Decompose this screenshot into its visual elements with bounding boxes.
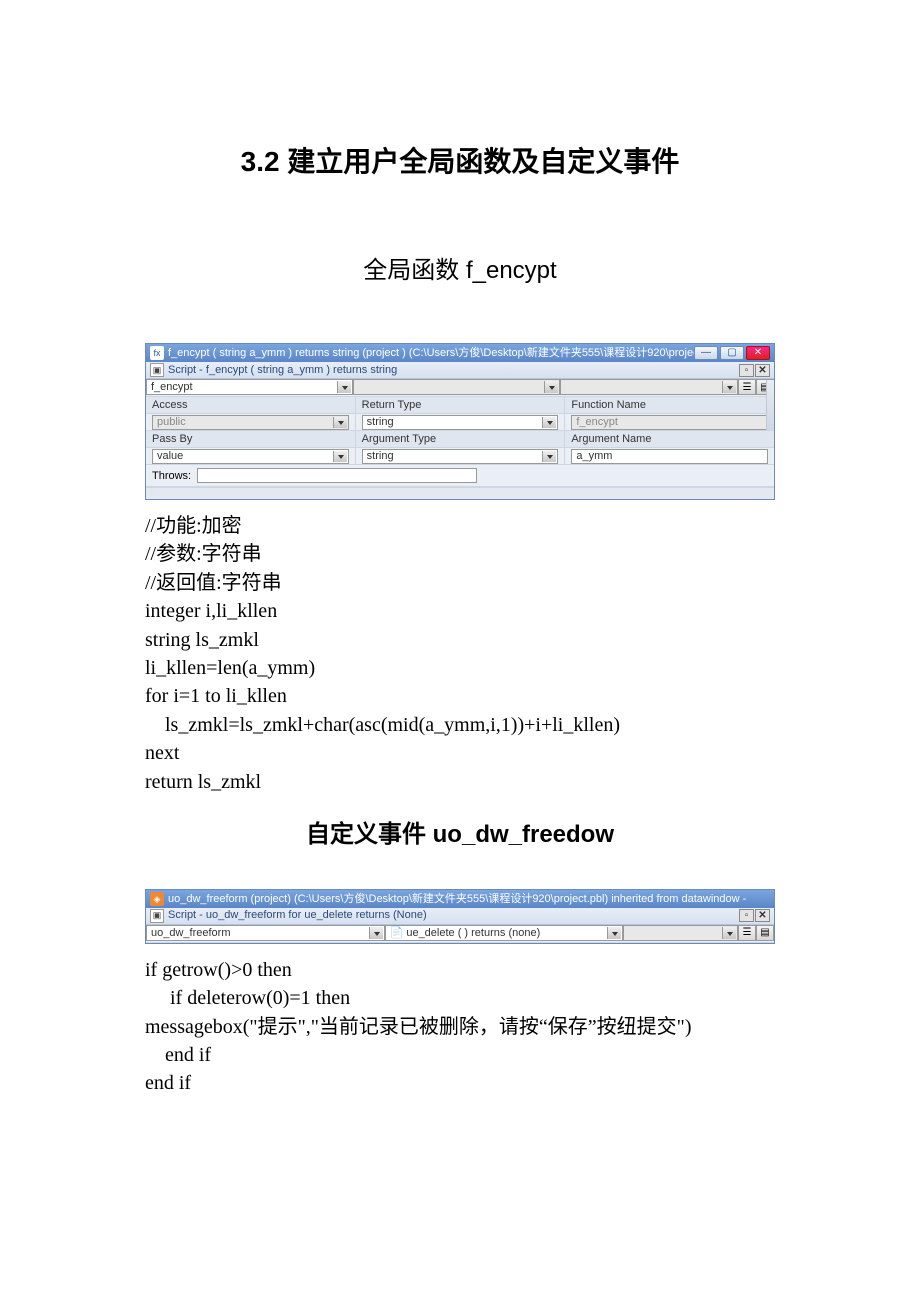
- throws-input[interactable]: [197, 468, 477, 483]
- ancestor-dropdown-2[interactable]: [623, 925, 738, 941]
- tool-button-3[interactable]: ☰: [738, 925, 756, 941]
- event-dropdown-value: ue_delete ( ) returns (none): [406, 926, 540, 940]
- function-name-input[interactable]: f_encypt: [571, 415, 768, 430]
- value-row-2: value string a_ymm: [146, 448, 774, 465]
- event-dropdown[interactable]: [353, 379, 560, 395]
- throws-row: Throws:: [146, 465, 774, 487]
- script-subbar: ▣ Script - f_encypt ( string a_ymm ) ret…: [146, 362, 774, 379]
- sub-restore-button[interactable]: ▫: [739, 364, 754, 377]
- page-icon: 📄: [390, 926, 404, 940]
- window-titlebar: fx f_encypt ( string a_ymm ) returns str…: [146, 344, 774, 362]
- code-block-1: //功能:加密 //参数:字符串 //返回值:字符串 integer i,li_…: [145, 512, 775, 796]
- sub-close-button[interactable]: ✕: [755, 364, 770, 377]
- script-editor-window-2: ◈ uo_dw_freeform (project) (C:\Users\方俊\…: [145, 889, 775, 944]
- script-icon: ▣: [150, 363, 164, 377]
- label-access: Access: [146, 397, 356, 413]
- label-function-name: Function Name: [565, 397, 774, 413]
- label-throws: Throws:: [152, 470, 191, 482]
- value-row-1: public string f_encypt: [146, 414, 774, 431]
- window-title-2: uo_dw_freeform (project) (C:\Users\方俊\De…: [168, 890, 746, 908]
- tool-button-4[interactable]: ▤: [756, 925, 774, 941]
- access-dropdown[interactable]: public: [152, 415, 349, 430]
- function-icon: fx: [150, 346, 164, 360]
- script-editor-window-1: fx f_encypt ( string a_ymm ) returns str…: [145, 343, 775, 500]
- code-block-2: if getrow()>0 then if deleterow(0)=1 the…: [145, 956, 775, 1098]
- header-row-2: Pass By Argument Type Argument Name: [146, 431, 774, 448]
- sub-restore-button-2[interactable]: ▫: [739, 909, 754, 922]
- label-argument-name: Argument Name: [565, 431, 774, 447]
- maximize-button[interactable]: ▢: [720, 346, 744, 360]
- argument-type-dropdown[interactable]: string: [362, 449, 559, 464]
- window-title: f_encypt ( string a_ymm ) returns string…: [168, 344, 694, 362]
- section1-heading: 全局函数 f_encypt: [145, 250, 775, 285]
- argument-name-input[interactable]: a_ymm: [571, 449, 768, 464]
- header-row-1: Access Return Type Function Name: [146, 397, 774, 414]
- object-dropdown-value: uo_dw_freeform: [151, 926, 231, 940]
- label-argument-type: Argument Type: [356, 431, 566, 447]
- pass-by-dropdown[interactable]: value: [152, 449, 349, 464]
- script-subbar-text-2: Script - uo_dw_freeform for ue_delete re…: [168, 907, 427, 924]
- userobject-icon: ◈: [150, 892, 164, 906]
- minimize-button[interactable]: —: [694, 346, 718, 360]
- ancestor-dropdown[interactable]: [560, 379, 738, 395]
- object-dropdown[interactable]: uo_dw_freeform: [146, 925, 385, 941]
- script-subbar-2: ▣ Script - uo_dw_freeform for ue_delete …: [146, 908, 774, 925]
- section2-heading: 自定义事件 uo_dw_freedow: [145, 814, 775, 849]
- window-titlebar-2: ◈ uo_dw_freeform (project) (C:\Users\方俊\…: [146, 890, 774, 908]
- script-subbar-text: Script - f_encypt ( string a_ymm ) retur…: [168, 362, 397, 379]
- sub-close-button-2[interactable]: ✕: [755, 909, 770, 922]
- script-selector-row-2: uo_dw_freeform 📄 ue_delete ( ) returns (…: [146, 925, 774, 943]
- main-heading: 3.2 建立用户全局函数及自定义事件: [145, 140, 775, 180]
- tool-button-1[interactable]: ☰: [738, 379, 756, 395]
- function-dropdown[interactable]: f_encypt: [146, 379, 353, 395]
- close-button[interactable]: ✕: [746, 346, 770, 360]
- event-dropdown-2[interactable]: 📄 ue_delete ( ) returns (none): [385, 925, 624, 941]
- function-dropdown-value: f_encypt: [151, 380, 193, 394]
- script-icon-2: ▣: [150, 909, 164, 923]
- return-type-dropdown[interactable]: string: [362, 415, 559, 430]
- label-pass-by: Pass By: [146, 431, 356, 447]
- scrollbar[interactable]: [146, 487, 774, 499]
- label-return-type: Return Type: [356, 397, 566, 413]
- side-scrollbar[interactable]: [766, 380, 774, 430]
- script-selector-row: f_encypt ☰ ▤: [146, 379, 774, 397]
